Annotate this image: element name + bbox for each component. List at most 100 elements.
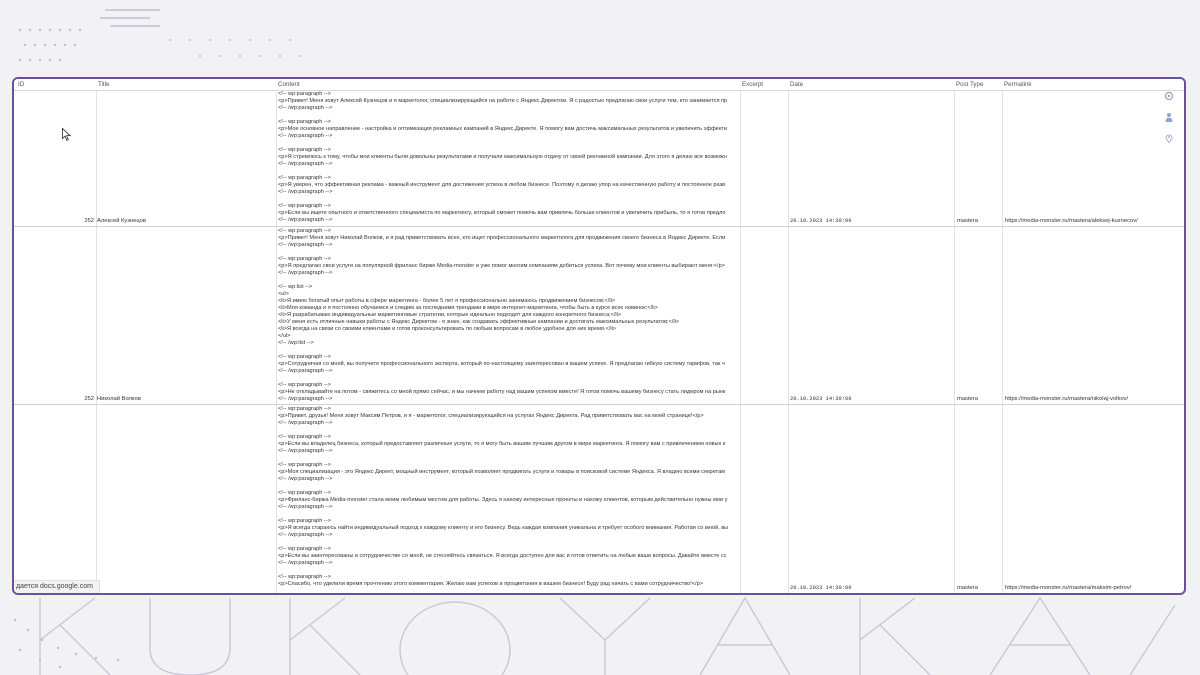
cell-content[interactable]: <!-- wp:paragraph --> <p>Привет! Меня зов… bbox=[278, 228, 788, 404]
content-line bbox=[278, 539, 788, 546]
location-pin-icon[interactable] bbox=[1164, 133, 1174, 143]
header-content[interactable]: Content bbox=[278, 81, 300, 88]
content-line: <!-- /wp:paragraph --> bbox=[278, 396, 333, 402]
content-line: <!-- wp:paragraph --> bbox=[278, 406, 331, 412]
content-line: <li>Я имею богатый опыт работы в сфере м… bbox=[278, 298, 616, 304]
user-icon[interactable] bbox=[1164, 112, 1174, 122]
cell-permalink[interactable]: https://media-monster.ru/mastera/aleksej… bbox=[1005, 218, 1138, 224]
header-title[interactable]: Title bbox=[98, 81, 109, 88]
content-line: <p>Привет! Меня зовут Алексей Кузнецов и… bbox=[278, 98, 728, 104]
content-line: <!-- /wp:paragraph --> bbox=[278, 270, 333, 276]
content-line: <!-- wp:paragraph --> bbox=[278, 119, 331, 125]
header-date[interactable]: Date bbox=[790, 81, 803, 88]
content-line bbox=[278, 277, 788, 284]
cell-content[interactable]: <!-- wp:paragraph --> <p>Привет! Меня зов… bbox=[278, 91, 788, 226]
content-line: <!-- /wp:paragraph --> bbox=[278, 476, 333, 482]
content-line: <!-- wp:paragraph --> bbox=[278, 256, 331, 262]
table-row[interactable]: 252 Алексей Кузнецов <!-- wp:paragraph -… bbox=[14, 90, 1184, 227]
cell-date[interactable]: 20.10.2023 14:30:09 bbox=[790, 585, 851, 591]
content-line: <!-- wp:paragraph --> bbox=[278, 147, 331, 153]
content-line: <p>Я предлагаю свои услуги на популярной… bbox=[278, 263, 725, 269]
content-line: <!-- /wp:paragraph --> bbox=[278, 189, 333, 195]
cell-id[interactable]: 252 bbox=[14, 218, 94, 224]
content-line: </ul> bbox=[278, 333, 291, 339]
gear-icon[interactable] bbox=[1164, 91, 1174, 101]
content-line bbox=[278, 483, 788, 490]
header-post-type[interactable]: Post Type bbox=[956, 81, 983, 88]
content-line bbox=[278, 455, 788, 462]
content-line: <!-- /wp:paragraph --> bbox=[278, 133, 333, 139]
content-line bbox=[278, 112, 788, 119]
content-line: <!-- /wp:list --> bbox=[278, 340, 314, 346]
content-line: <!-- wp:list --> bbox=[278, 284, 313, 290]
cell-title[interactable]: Николай Волков bbox=[97, 396, 141, 402]
content-line bbox=[278, 249, 788, 256]
spreadsheet-window: ID Title Content Excerpt Date Post Type … bbox=[12, 77, 1186, 595]
content-line: <li>Моя команда и я постоянно обучаемся … bbox=[278, 305, 658, 311]
content-line: <!-- wp:paragraph --> bbox=[278, 354, 331, 360]
header-permalink[interactable]: Permalink bbox=[1004, 81, 1032, 88]
content-line bbox=[278, 168, 788, 175]
content-line: <p>Привет! Меня зовут Николай Волков, и … bbox=[278, 235, 726, 241]
content-line: <!-- /wp:paragraph --> bbox=[278, 161, 333, 167]
content-line bbox=[278, 140, 788, 147]
content-line: <!-- /wp:paragraph --> bbox=[278, 560, 333, 566]
cell-date[interactable]: 20.10.2023 14:30:09 bbox=[790, 396, 851, 402]
content-line: <p>Спасибо, что уделили время прочтению … bbox=[278, 581, 703, 587]
content-line: <!-- /wp:paragraph --> bbox=[278, 420, 333, 426]
content-line: <p>Фриланс-биржа Media-monster стала мои… bbox=[278, 497, 728, 503]
content-line: <!-- wp:paragraph --> bbox=[278, 382, 331, 388]
content-line: <!-- /wp:paragraph --> bbox=[278, 368, 333, 374]
content-line: <p>Не откладывайте на потом - свяжитесь … bbox=[278, 389, 726, 395]
stripe-marks bbox=[100, 9, 160, 27]
cell-id[interactable]: 252 bbox=[14, 396, 94, 402]
content-line bbox=[278, 375, 788, 382]
watermark-letters bbox=[39, 596, 1176, 675]
table-row[interactable]: 252 Николай Волков <!-- wp:paragraph -->… bbox=[14, 227, 1184, 405]
content-line: <p>Сотрудничая со мной, вы получите проф… bbox=[278, 361, 725, 367]
content-line: <p>Если вы владелец бизнеса, который пре… bbox=[278, 441, 726, 447]
cell-date[interactable]: 20.10.2023 14:30:09 bbox=[790, 218, 851, 224]
content-line: <p>Если вы ищете опытного и ответственно… bbox=[278, 210, 726, 216]
content-line: <!-- /wp:paragraph --> bbox=[278, 504, 333, 510]
content-line bbox=[278, 427, 788, 434]
content-line bbox=[278, 196, 788, 203]
content-line: <!-- /wp:paragraph --> bbox=[278, 242, 333, 248]
content-line: <p>Мое основное направление - настройка … bbox=[278, 126, 727, 132]
cell-permalink[interactable]: https://media-monster.ru/mastera/maksim-… bbox=[1005, 585, 1131, 591]
cell-post-type[interactable]: mastera bbox=[957, 218, 978, 224]
side-toolbar bbox=[1164, 91, 1178, 154]
header-id[interactable]: ID bbox=[18, 81, 24, 88]
cell-title[interactable]: Алексей Кузнецов bbox=[97, 218, 146, 224]
content-line: <!-- wp:paragraph --> bbox=[278, 518, 331, 524]
content-line: <p>Если вы заинтересованы в сотрудничест… bbox=[278, 553, 727, 559]
content-line: <!-- wp:paragraph --> bbox=[278, 462, 331, 468]
content-line: <p>Я стремлюсь к тому, чтобы мои клиенты… bbox=[278, 154, 727, 160]
content-line: <ul> bbox=[278, 291, 289, 297]
table-row[interactable]: <!-- wp:paragraph --> <p>Привет, друзья! … bbox=[14, 405, 1184, 593]
cell-permalink[interactable]: https://media-monster.ru/mastera/nikolaj… bbox=[1005, 396, 1128, 402]
cell-content[interactable]: <!-- wp:paragraph --> <p>Привет, друзья! … bbox=[278, 406, 788, 593]
content-line: <!-- /wp:paragraph --> bbox=[278, 217, 333, 223]
content-line: <!-- wp:paragraph --> bbox=[278, 490, 331, 496]
content-line: <li>Я всегда на связи со своими клиентам… bbox=[278, 326, 617, 332]
content-line: <!-- wp:paragraph --> bbox=[278, 434, 331, 440]
cell-post-type[interactable]: mastera bbox=[957, 396, 978, 402]
content-line: <p>Моя специализация - это Яндекс Директ… bbox=[278, 469, 726, 475]
content-line: <p>Я всегда стараюсь найти индивидуальны… bbox=[278, 525, 729, 531]
cell-post-type[interactable]: mastera bbox=[957, 585, 978, 591]
content-line: <!-- wp:paragraph --> bbox=[278, 574, 331, 580]
mouse-cursor-icon bbox=[62, 128, 71, 141]
content-line: <p>Я уверен, что эффективная реклама - в… bbox=[278, 182, 726, 188]
content-line: <!-- wp:paragraph --> bbox=[278, 203, 331, 209]
content-line bbox=[278, 511, 788, 518]
content-line: <p>Привет, друзья! Меня зовут Максим Пет… bbox=[278, 413, 704, 419]
content-line bbox=[278, 567, 788, 574]
header-excerpt[interactable]: Excerpt bbox=[742, 81, 763, 88]
content-line bbox=[278, 347, 788, 354]
content-line: <!-- /wp:paragraph --> bbox=[278, 105, 333, 111]
content-line: <!-- /wp:paragraph --> bbox=[278, 448, 333, 454]
content-line: <!-- wp:paragraph --> bbox=[278, 228, 331, 234]
content-line: <!-- /wp:paragraph --> bbox=[278, 532, 333, 538]
content-line: <li>Я разрабатываю индивидуальные маркет… bbox=[278, 312, 622, 318]
